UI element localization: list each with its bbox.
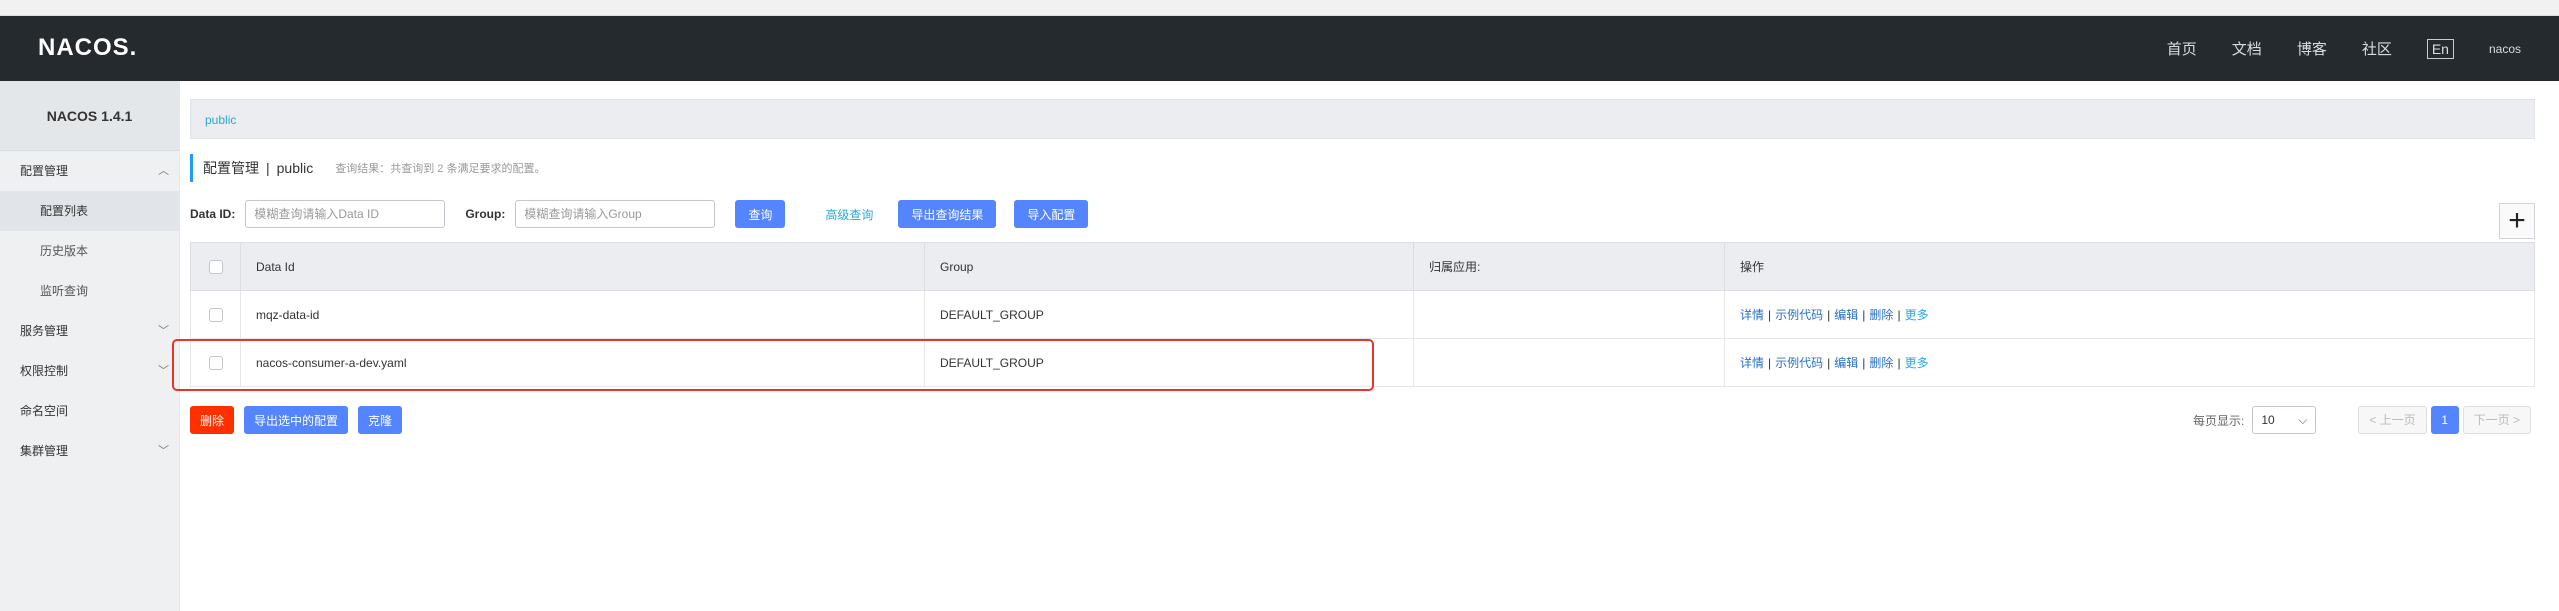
table-row: nacos-consumer-a-dev.yaml DEFAULT_GROUP …: [190, 338, 2535, 387]
group-label: Group:: [465, 207, 506, 221]
delete-link[interactable]: 删除: [1869, 308, 1893, 322]
details-link[interactable]: 详情: [1740, 308, 1764, 322]
page-title-namespace: public: [276, 160, 314, 176]
edit-link[interactable]: 编辑: [1834, 308, 1858, 322]
filter-bar: Data ID: Group: 查询 高级查询 导出查询结果 导入配置: [190, 199, 1089, 229]
column-header-app: 归属应用:: [1413, 242, 1725, 291]
main-content: public 配置管理 | public 查询结果：共查询到 2 条满足要求的配…: [180, 81, 2559, 611]
sidebar-group-cluster[interactable]: 集群管理 ﹀: [0, 431, 179, 471]
cell-data-id: nacos-consumer-a-dev.yaml: [240, 338, 925, 387]
chevron-down-icon: ﹀: [158, 325, 169, 337]
cell-data-id: mqz-data-id: [240, 290, 925, 339]
import-config-button[interactable]: 导入配置: [1014, 200, 1089, 228]
batch-actions: 删除 导出选中的配置 克隆: [190, 406, 412, 434]
sample-code-link[interactable]: 示例代码: [1775, 356, 1823, 370]
plus-icon: +: [2508, 204, 2526, 237]
page-title: 配置管理 | public 查询结果：共查询到 2 条满足要求的配置。: [190, 154, 545, 182]
column-header-group: Group: [924, 242, 1414, 291]
sidebar-version: NACOS 1.4.1: [0, 81, 179, 151]
table-header-row: Data Id Group 归属应用: 操作: [190, 242, 2535, 291]
title-separator: |: [266, 160, 270, 176]
sidebar-item-namespace[interactable]: 命名空间: [0, 391, 179, 431]
edit-link[interactable]: 编辑: [1834, 356, 1858, 370]
next-page-button[interactable]: 下一页 >: [2462, 406, 2531, 434]
chevron-down-icon: ﹀: [158, 445, 169, 457]
row-checkbox[interactable]: [208, 307, 223, 322]
config-table: Data Id Group 归属应用: 操作 mqz-data-id DEFAU…: [190, 242, 2535, 387]
namespace-public-link[interactable]: public: [205, 113, 236, 127]
sidebar-group-config[interactable]: 配置管理 ︿: [0, 151, 179, 191]
per-page-value: 10: [2261, 413, 2275, 427]
prev-page-button[interactable]: < 上一页: [2358, 406, 2427, 434]
sidebar-item-config-list[interactable]: 配置列表: [0, 191, 179, 231]
top-nav-menu: 首页 文档 博客 社区 En nacos: [2167, 16, 2559, 81]
top-navbar: NACOS. 首页 文档 博客 社区 En nacos: [0, 16, 2559, 81]
sidebar-group-service[interactable]: 服务管理 ﹀: [0, 311, 179, 351]
per-page-label: 每页显示:: [2192, 413, 2245, 428]
details-link[interactable]: 详情: [1740, 356, 1764, 370]
more-link[interactable]: 更多: [1905, 308, 1929, 322]
nacos-logo[interactable]: NACOS.: [38, 34, 137, 62]
search-button[interactable]: 查询: [735, 200, 786, 228]
data-id-input[interactable]: [245, 200, 446, 228]
browser-bookmarks-bar: [0, 0, 2559, 16]
sidebar-group-label: 命名空间: [20, 404, 69, 418]
sample-code-link[interactable]: 示例代码: [1775, 308, 1823, 322]
sidebar-group-auth[interactable]: 权限控制 ﹀: [0, 351, 179, 391]
chevron-down-icon: ﹀: [158, 365, 169, 377]
per-page-select[interactable]: 10 ⌵: [2252, 406, 2317, 434]
cell-group: DEFAULT_GROUP: [924, 338, 1414, 387]
column-header-data-id: Data Id: [240, 242, 925, 291]
nav-blog[interactable]: 博客: [2297, 38, 2327, 59]
cell-ops: 详情 | 示例代码 | 编辑 | 删除 | 更多: [1724, 290, 2535, 339]
batch-delete-button[interactable]: 删除: [190, 406, 235, 434]
nav-docs[interactable]: 文档: [2232, 38, 2262, 59]
cell-ops: 详情 | 示例代码 | 编辑 | 删除 | 更多: [1724, 338, 2535, 387]
namespace-bar: public: [190, 99, 2535, 139]
data-id-label: Data ID:: [190, 207, 236, 221]
page-title-text: 配置管理: [203, 160, 259, 176]
language-switch[interactable]: En: [2426, 38, 2454, 59]
row-checkbox[interactable]: [208, 355, 223, 370]
sidebar-group-label: 集群管理: [20, 444, 69, 458]
advanced-search-link[interactable]: 高级查询: [825, 206, 873, 223]
pagination: 每页显示: 10 ⌵ < 上一页 1 下一页 >: [2193, 406, 2535, 434]
nav-home[interactable]: 首页: [2167, 38, 2197, 59]
query-result-hint: 查询结果：共查询到 2 条满足要求的配置。: [335, 163, 546, 175]
cell-app: [1413, 338, 1725, 387]
column-header-ops: 操作: [1724, 242, 2535, 291]
sidebar-item-listener[interactable]: 监听查询: [0, 271, 179, 311]
row-select-cell: [190, 290, 241, 339]
current-page[interactable]: 1: [2430, 406, 2459, 434]
clone-button[interactable]: 克隆: [358, 406, 403, 434]
chevron-up-icon: ︿: [158, 165, 169, 177]
row-select-cell: [190, 338, 241, 387]
cell-group: DEFAULT_GROUP: [924, 290, 1414, 339]
select-all-checkbox[interactable]: [208, 259, 223, 274]
sidebar-group-label: 权限控制: [20, 364, 69, 378]
cell-app: [1413, 290, 1725, 339]
delete-link[interactable]: 删除: [1869, 356, 1893, 370]
sidebar-item-history[interactable]: 历史版本: [0, 231, 179, 271]
export-results-button[interactable]: 导出查询结果: [898, 200, 997, 228]
group-input[interactable]: [515, 200, 716, 228]
sidebar-group-label: 服务管理: [20, 324, 69, 338]
export-selected-button[interactable]: 导出选中的配置: [244, 406, 349, 434]
sidebar: NACOS 1.4.1 配置管理 ︿ 配置列表 历史版本 监听查询 服务管理 ﹀…: [0, 81, 180, 611]
select-all-cell: [190, 242, 241, 291]
table-row: mqz-data-id DEFAULT_GROUP 详情 | 示例代码 | 编辑 | 删除 |…: [190, 290, 2535, 339]
user-name[interactable]: nacos: [2489, 42, 2521, 56]
add-config-button[interactable]: +: [2499, 203, 2535, 239]
more-link[interactable]: 更多: [1905, 356, 1929, 370]
nav-community[interactable]: 社区: [2362, 38, 2392, 59]
sidebar-group-label: 配置管理: [20, 164, 69, 178]
chevron-down-icon: ⌵: [2298, 413, 2308, 427]
